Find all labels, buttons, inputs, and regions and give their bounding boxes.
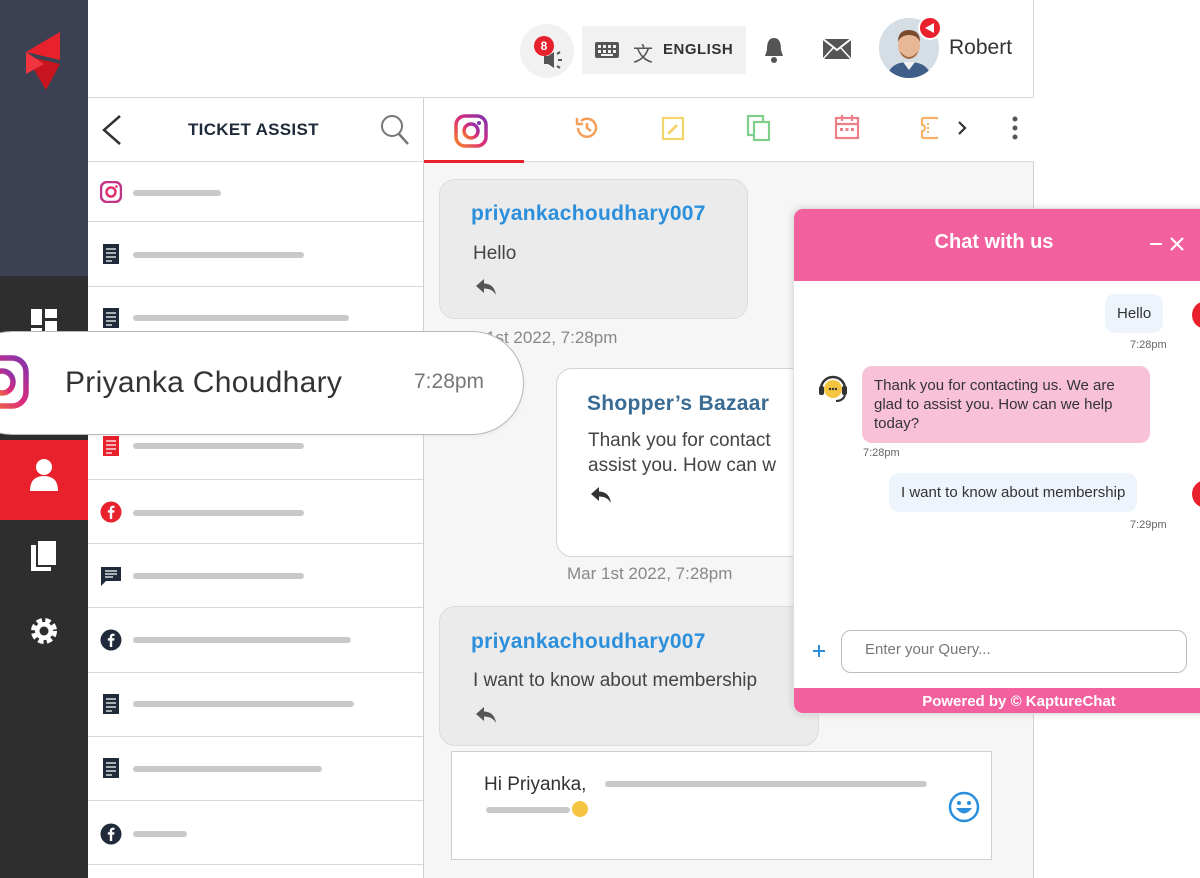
- message-time: 7:28pm: [863, 447, 900, 459]
- ticket-preview-placeholder: [133, 190, 221, 196]
- facebook-icon: [100, 629, 122, 651]
- query-input-placeholder: Enter your Query...: [865, 641, 991, 658]
- message-text: Hello: [473, 243, 517, 264]
- message-text: assist you. How can w: [588, 455, 776, 476]
- chat-widget: Chat with us Hello 7:28pm Thank you for …: [793, 208, 1200, 714]
- grin-emoji-icon: [572, 801, 588, 817]
- ticket-row[interactable]: [88, 222, 423, 287]
- translate-icon: 文: [633, 42, 653, 66]
- back-icon[interactable]: [100, 114, 124, 151]
- widget-user-message: Hello: [1105, 294, 1164, 333]
- channel-tabs: [424, 98, 1034, 162]
- powered-by-label[interactable]: Powered by © KaptureChat: [794, 693, 1200, 710]
- message-sender: priyankachoudhary007: [471, 630, 706, 653]
- minimize-icon[interactable]: [1148, 236, 1164, 257]
- document-icon: [100, 307, 122, 329]
- ticket-row[interactable]: [88, 480, 423, 544]
- widget-agent-message: Thank you for contacting us. We are glad…: [862, 366, 1150, 443]
- more-options-icon[interactable]: [1011, 116, 1019, 145]
- close-icon[interactable]: [1168, 235, 1186, 258]
- bell-icon[interactable]: [763, 36, 785, 69]
- ticket-preview-placeholder: [133, 766, 322, 772]
- ticket-row[interactable]: [88, 162, 423, 222]
- message-text: I want to know about membership: [473, 670, 758, 691]
- facebook-icon: [100, 501, 122, 523]
- support-agent-icon: [816, 371, 850, 410]
- ticket-preview-placeholder: [133, 252, 304, 258]
- message-time: 7:29pm: [1130, 519, 1167, 531]
- brand-logo-icon: [22, 30, 66, 92]
- chevron-right-icon[interactable]: [956, 120, 968, 141]
- documents-icon[interactable]: [26, 538, 62, 574]
- message-sender: priyankachoudhary007: [471, 202, 706, 225]
- keyboard-icon[interactable]: [594, 40, 620, 65]
- message-time: 7:28pm: [1130, 339, 1167, 351]
- ticket-row[interactable]: [88, 801, 423, 865]
- history-icon[interactable]: [574, 115, 600, 146]
- ticket-row[interactable]: [88, 544, 423, 608]
- document-icon: [100, 693, 122, 715]
- reply-icon[interactable]: [590, 486, 612, 509]
- widget-title: Chat with us: [934, 231, 1054, 253]
- facebook-icon: [100, 823, 122, 845]
- chat-message-icon: [100, 565, 122, 587]
- ticket-preview-placeholder: [133, 831, 187, 837]
- active-tab-indicator: [424, 160, 524, 163]
- instagram-icon: [0, 355, 32, 414]
- reply-draft-placeholder: [605, 781, 927, 787]
- reply-editor[interactable]: [451, 751, 992, 860]
- tab-instagram[interactable]: [454, 114, 488, 153]
- user-icon[interactable]: [26, 457, 62, 493]
- ticket-row[interactable]: [88, 608, 423, 673]
- ticket-row[interactable]: [88, 737, 423, 801]
- document-icon: [100, 243, 122, 265]
- ticket-preview-placeholder: [133, 315, 349, 321]
- document-icon: [100, 435, 122, 457]
- emoji-picker-icon[interactable]: [948, 791, 980, 828]
- ticket-icon[interactable]: [920, 116, 938, 145]
- contact-name: Priyanka Choudhary: [65, 366, 343, 399]
- copy-icon[interactable]: [746, 114, 772, 147]
- ticket-row[interactable]: [88, 673, 423, 737]
- reply-draft-text: Hi Priyanka,: [484, 774, 587, 795]
- widget-header: Chat with us: [794, 209, 1200, 281]
- ticket-preview-placeholder: [133, 573, 304, 579]
- mail-icon[interactable]: [822, 38, 852, 65]
- ticket-preview-placeholder: [133, 443, 304, 449]
- message-text: Thank you for contact: [588, 430, 771, 451]
- reply-icon[interactable]: [475, 706, 497, 729]
- ticket-preview-placeholder: [133, 510, 304, 516]
- instagram-icon: [100, 181, 122, 203]
- language-label: ENGLISH: [663, 41, 734, 58]
- widget-footer: Powered by © KaptureChat: [794, 688, 1200, 713]
- announcements-button[interactable]: 8: [520, 24, 574, 78]
- search-icon[interactable]: [380, 114, 410, 151]
- ticket-preview-placeholder: [133, 637, 351, 643]
- user-avatar: [1192, 301, 1200, 329]
- ticket-preview-placeholder: [133, 701, 354, 707]
- attach-plus-icon[interactable]: [811, 643, 827, 664]
- avatar-badge-icon: [918, 16, 942, 40]
- contact-time: 7:28pm: [414, 370, 485, 393]
- notes-icon[interactable]: [661, 115, 685, 146]
- panel-title: TICKET ASSIST: [188, 120, 319, 139]
- settings-gear-icon[interactable]: [26, 613, 62, 649]
- user-avatar: [1192, 480, 1200, 508]
- reply-icon[interactable]: [475, 278, 497, 301]
- user-name[interactable]: Robert: [949, 36, 1012, 60]
- message-timestamp: Mar 1st 2022, 7:28pm: [567, 564, 733, 583]
- calendar-icon[interactable]: [834, 114, 860, 145]
- message-sender: Shopper’s Bazaar: [587, 392, 770, 415]
- document-icon: [100, 757, 122, 779]
- widget-user-message: I want to know about membership: [889, 473, 1138, 512]
- notification-count-badge: 8: [534, 36, 554, 56]
- reply-draft-placeholder: [486, 807, 570, 813]
